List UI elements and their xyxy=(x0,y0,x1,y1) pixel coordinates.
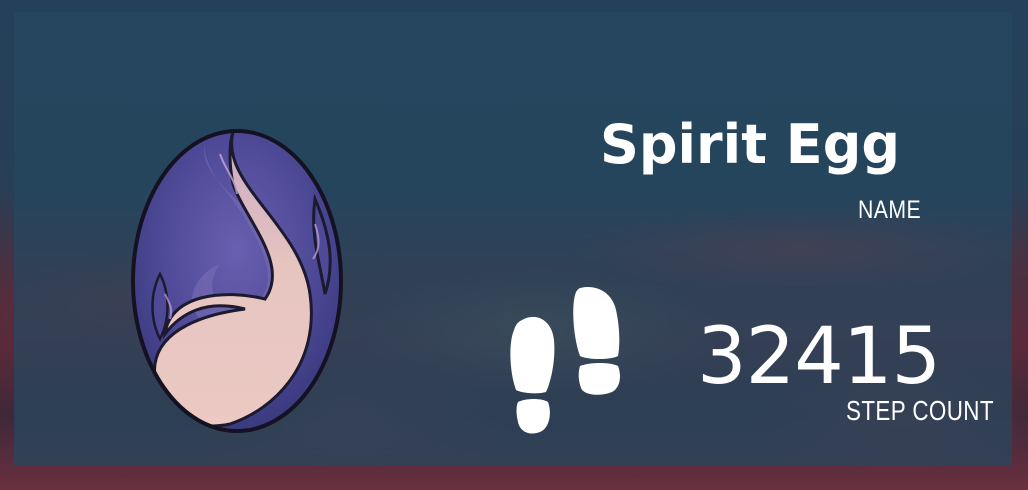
step-count-value: 32415 xyxy=(697,312,941,402)
footprints-icon xyxy=(500,284,626,436)
game-screen: Spirit Egg NAME 32415 STEP COUNT xyxy=(0,0,1028,490)
spirit-egg-icon xyxy=(125,124,350,438)
step-count-label: STEP COUNT xyxy=(846,395,994,426)
pet-name: Spirit Egg xyxy=(600,113,901,176)
name-label: NAME xyxy=(858,196,922,224)
